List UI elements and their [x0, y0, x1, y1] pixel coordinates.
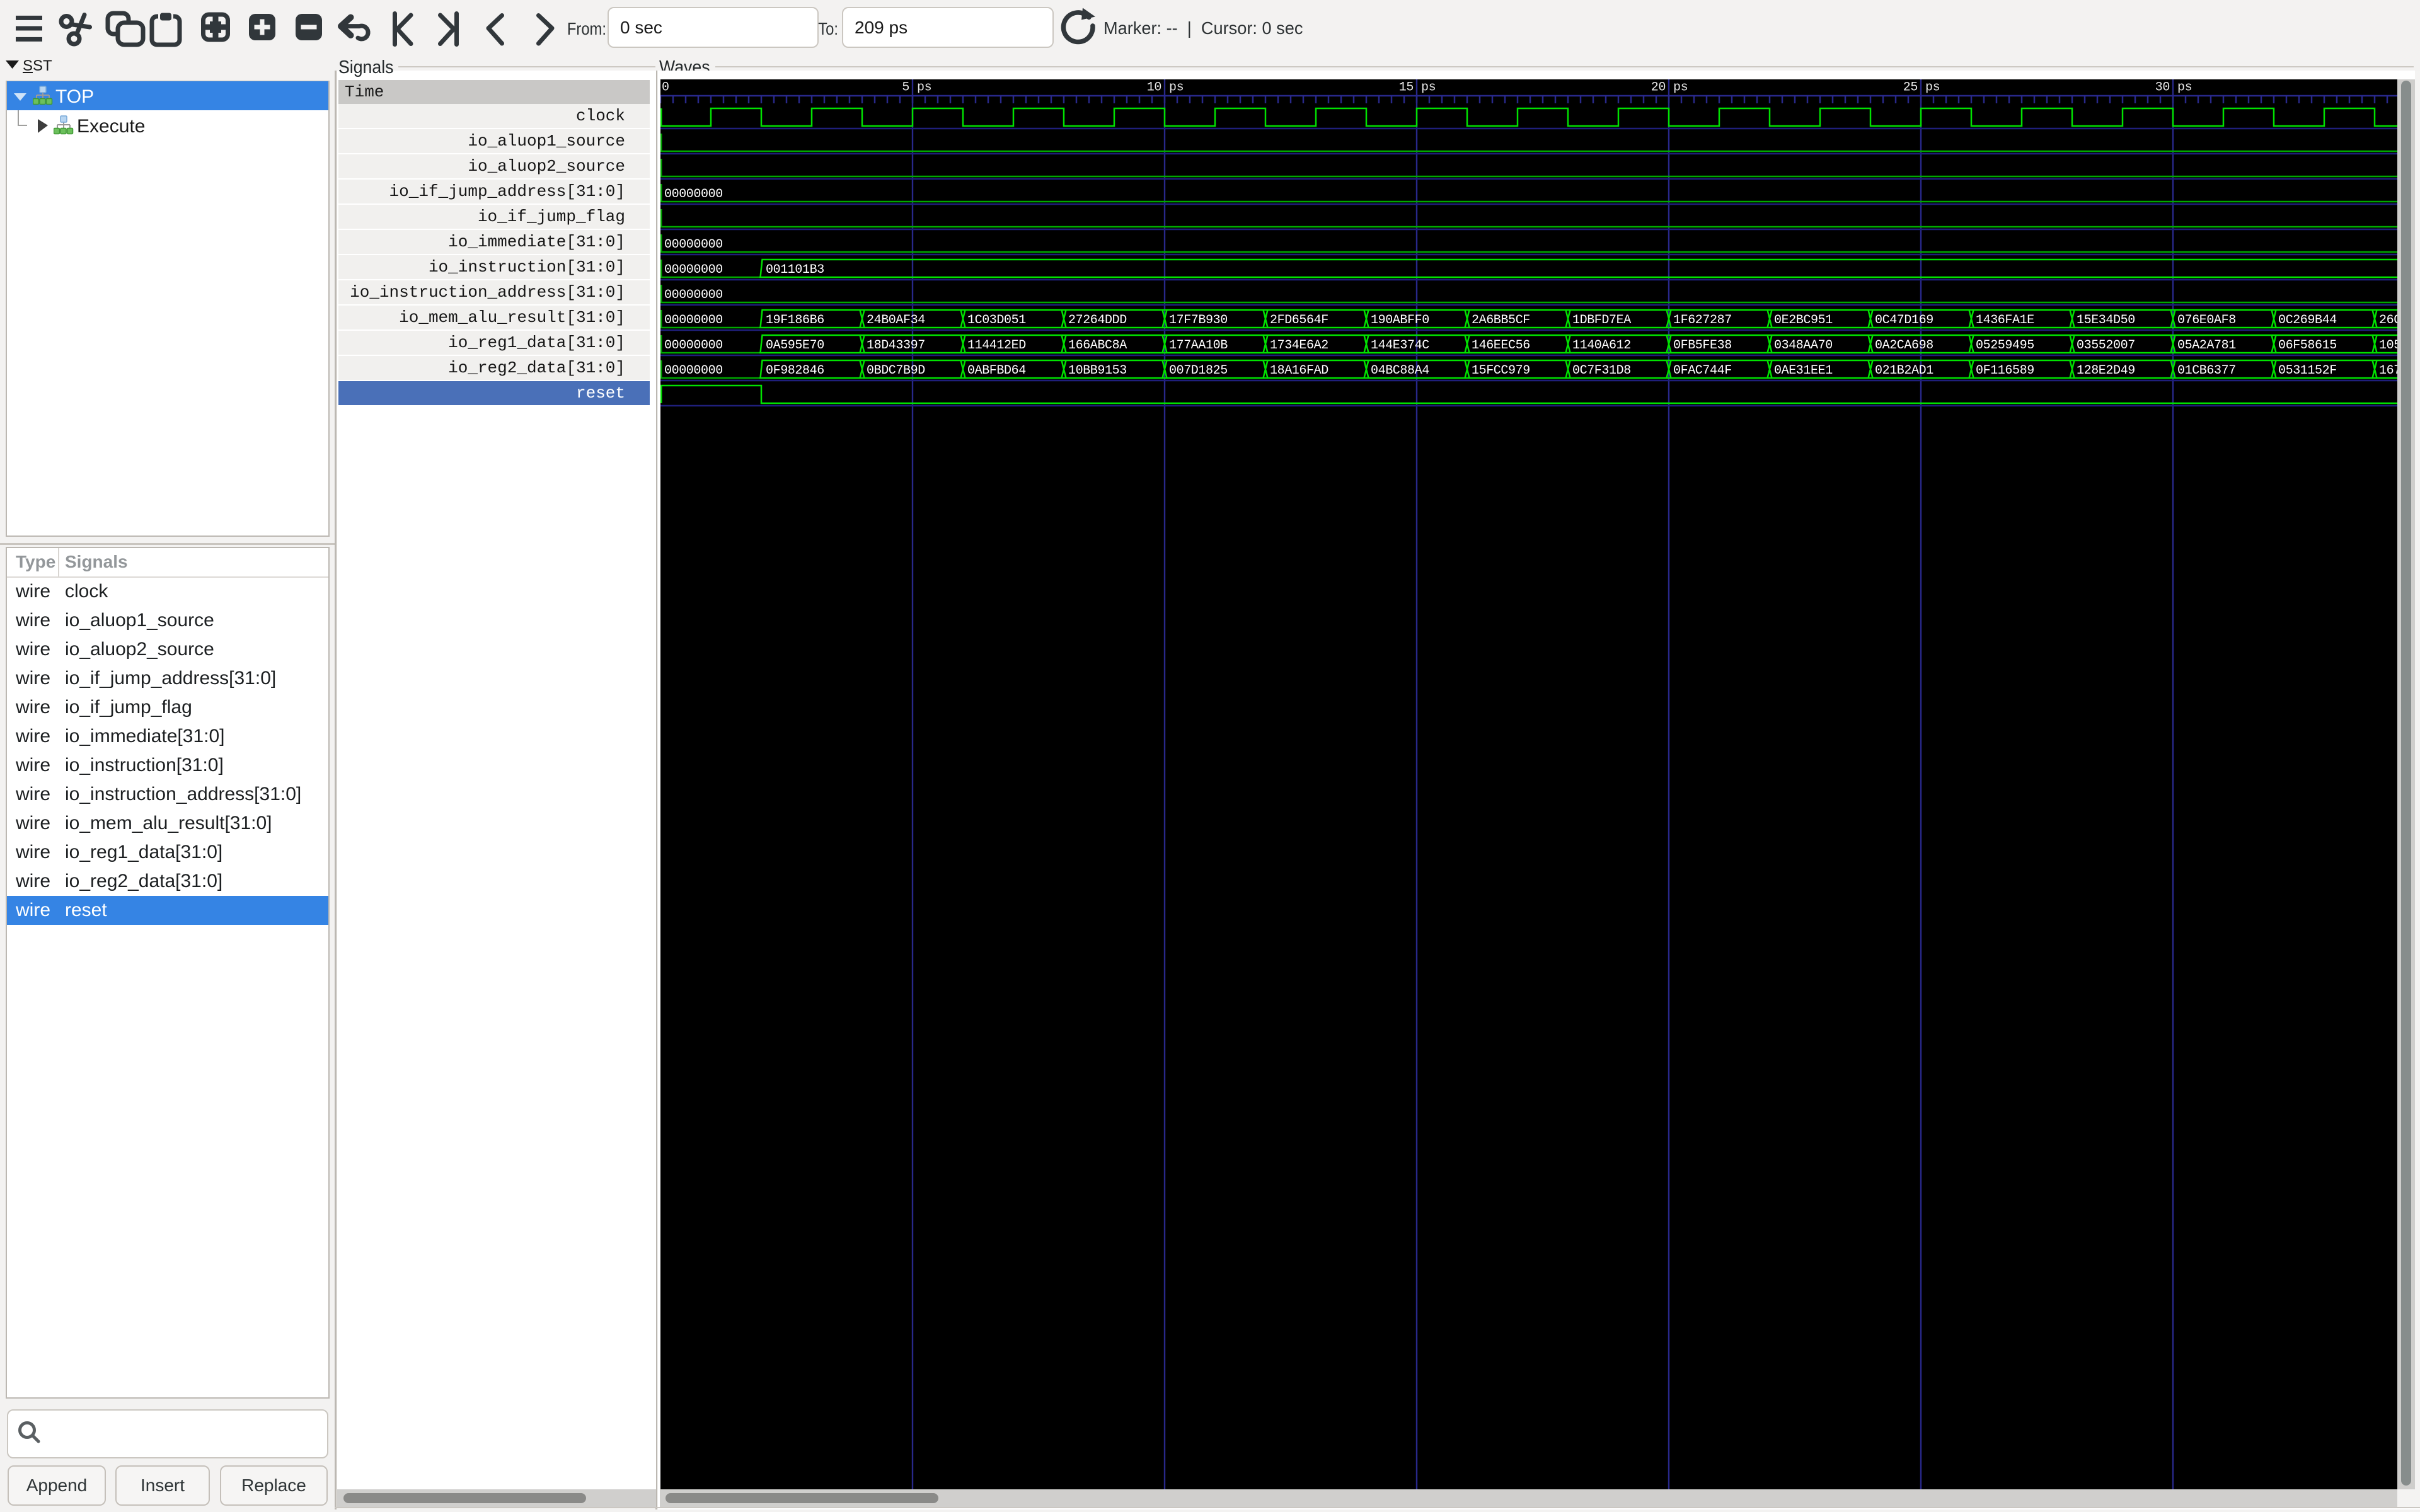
svg-text:ps: ps — [1925, 81, 1940, 95]
svg-text:0BDC7B9D: 0BDC7B9D — [867, 364, 925, 378]
svg-text:1734E6A2: 1734E6A2 — [1270, 338, 1328, 353]
svg-text:19F186B6: 19F186B6 — [766, 313, 824, 328]
svg-text:1F627287: 1F627287 — [1673, 313, 1732, 328]
svg-text:0AE31EE1: 0AE31EE1 — [1774, 364, 1833, 378]
svg-text:ps: ps — [1673, 81, 1688, 95]
svg-text:021B2AD1: 021B2AD1 — [1875, 364, 1933, 378]
svg-text:1DBFD7EA: 1DBFD7EA — [1572, 313, 1631, 328]
svg-text:ps: ps — [2177, 81, 2192, 95]
svg-text:0A2CA698: 0A2CA698 — [1875, 338, 1933, 353]
svg-text:0C7F31D8: 0C7F31D8 — [1572, 364, 1631, 378]
svg-text:00000000: 00000000 — [664, 187, 723, 202]
svg-text:166ABC8A: 166ABC8A — [1068, 338, 1127, 353]
svg-text:0FB5FE38: 0FB5FE38 — [1673, 338, 1732, 353]
svg-text:17F7B930: 17F7B930 — [1169, 313, 1228, 328]
svg-text:10: 10 — [1147, 81, 1161, 95]
svg-text:146EEC56: 146EEC56 — [1472, 338, 1530, 353]
svg-text:06F58615: 06F58615 — [2278, 338, 2337, 353]
svg-text:ps: ps — [1169, 81, 1184, 95]
svg-text:05259495: 05259495 — [1976, 338, 2034, 353]
svg-text:27264DDD: 27264DDD — [1068, 313, 1127, 328]
svg-text:18A16FAD: 18A16FAD — [1270, 364, 1328, 378]
svg-text:30: 30 — [2155, 81, 2170, 95]
svg-text:2A6BB5CF: 2A6BB5CF — [1472, 313, 1530, 328]
svg-text:5: 5 — [902, 81, 909, 95]
svg-text:0531152F: 0531152F — [2278, 364, 2337, 378]
svg-text:05A2A781: 05A2A781 — [2177, 338, 2236, 353]
svg-text:190ABFF0: 190ABFF0 — [1371, 313, 1429, 328]
svg-text:0E2BC951: 0E2BC951 — [1774, 313, 1833, 328]
svg-text:00000000: 00000000 — [664, 364, 723, 378]
svg-text:15: 15 — [1399, 81, 1414, 95]
svg-text:128E2D49: 128E2D49 — [2077, 364, 2135, 378]
svg-text:0FAC744F: 0FAC744F — [1673, 364, 1732, 378]
svg-text:15FCC979: 15FCC979 — [1472, 364, 1530, 378]
svg-text:105B3C77: 105B3C77 — [2379, 338, 2397, 353]
svg-text:1C03D051: 1C03D051 — [967, 313, 1026, 328]
svg-text:0F982846: 0F982846 — [766, 364, 824, 378]
svg-text:167D8A21: 167D8A21 — [2379, 364, 2397, 378]
svg-text:ps: ps — [917, 81, 931, 95]
svg-text:144E374C: 144E374C — [1371, 338, 1429, 353]
svg-text:076E0AF8: 076E0AF8 — [2177, 313, 2236, 328]
svg-text:ps: ps — [1421, 81, 1436, 95]
svg-text:0C47D169: 0C47D169 — [1875, 313, 1933, 328]
svg-text:00000000: 00000000 — [664, 263, 723, 277]
svg-text:2FD6564F: 2FD6564F — [1270, 313, 1328, 328]
svg-text:1140A612: 1140A612 — [1572, 338, 1631, 353]
svg-text:0A595E70: 0A595E70 — [766, 338, 824, 353]
svg-text:0348AA70: 0348AA70 — [1774, 338, 1833, 353]
svg-text:01CB6377: 01CB6377 — [2177, 364, 2236, 378]
svg-text:0C269B44: 0C269B44 — [2278, 313, 2337, 328]
svg-text:20: 20 — [1651, 81, 1666, 95]
svg-text:00000000: 00000000 — [664, 238, 723, 252]
svg-text:007D1825: 007D1825 — [1169, 364, 1228, 378]
svg-text:15E34D50: 15E34D50 — [2077, 313, 2135, 328]
svg-text:25: 25 — [1903, 81, 1918, 95]
svg-text:00000000: 00000000 — [664, 338, 723, 353]
svg-text:0ABFBD64: 0ABFBD64 — [967, 364, 1026, 378]
svg-text:03552007: 03552007 — [2077, 338, 2135, 353]
svg-text:10BB9153: 10BB9153 — [1068, 364, 1127, 378]
svg-text:04BC88A4: 04BC88A4 — [1371, 364, 1429, 378]
svg-text:24B0AF34: 24B0AF34 — [867, 313, 925, 328]
svg-text:177AA10B: 177AA10B — [1169, 338, 1228, 353]
svg-text:00000000: 00000000 — [664, 288, 723, 302]
svg-text:1436FA1E: 1436FA1E — [1976, 313, 2034, 328]
svg-text:26C4A2B1: 26C4A2B1 — [2379, 313, 2397, 328]
svg-text:114412ED: 114412ED — [967, 338, 1026, 353]
svg-text:0F116589: 0F116589 — [1976, 364, 2034, 378]
svg-text:0: 0 — [662, 81, 669, 95]
svg-text:001101B3: 001101B3 — [766, 263, 824, 277]
svg-text:18D43397: 18D43397 — [867, 338, 925, 353]
svg-text:00000000: 00000000 — [664, 313, 723, 328]
